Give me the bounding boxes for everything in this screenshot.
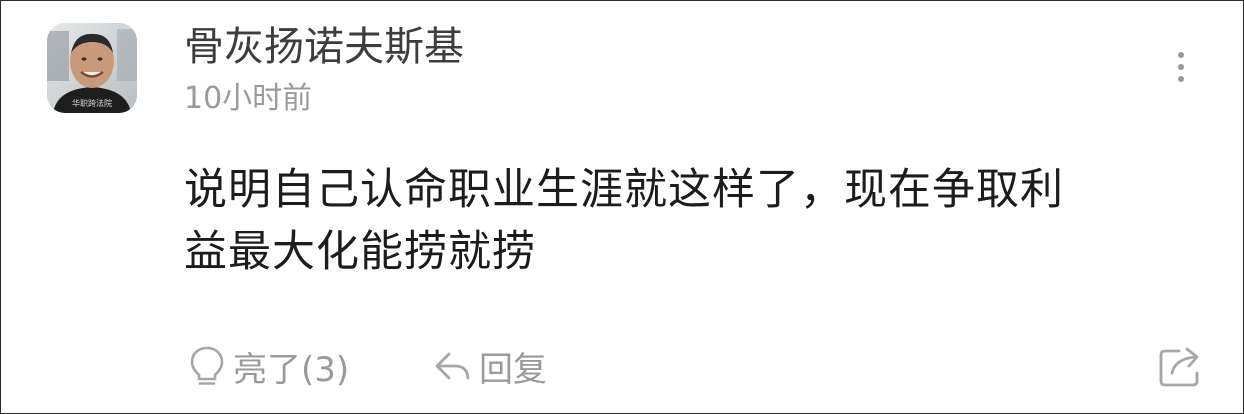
comment-line: 益最大化能捞就捞 xyxy=(184,227,536,277)
comment-content: 说明自己认命职业生涯就这样了，现在争取利 益最大化能捞就捞 xyxy=(184,159,1194,283)
avatar-photo: 华职跨法院 xyxy=(47,23,137,113)
share-icon xyxy=(1157,343,1205,389)
timestamp: 10小时前 xyxy=(184,81,313,116)
reply-button[interactable]: 回复 xyxy=(433,341,547,391)
like-label: 亮了(3) xyxy=(233,349,350,390)
like-button[interactable]: 亮了(3) xyxy=(187,341,349,391)
lightbulb-icon xyxy=(187,344,227,388)
reply-arrow-icon xyxy=(433,346,473,386)
share-button[interactable] xyxy=(1157,343,1205,389)
username[interactable]: 骨灰扬诺夫斯基 xyxy=(184,21,464,73)
more-options-button[interactable] xyxy=(1164,47,1198,87)
avatar[interactable]: 华职跨法院 xyxy=(47,23,137,113)
reply-label: 回复 xyxy=(479,349,547,390)
comment-card: 华职跨法院 骨灰扬诺夫斯基 10小时前 说明自己认命职业生涯就这样了，现在争取利… xyxy=(0,0,1244,414)
avatar-shirt-text: 华职跨法院 xyxy=(72,98,112,108)
more-vertical-icon xyxy=(1178,52,1184,82)
comment-line: 说明自己认命职业生涯就这样了，现在争取利 xyxy=(184,165,1064,215)
